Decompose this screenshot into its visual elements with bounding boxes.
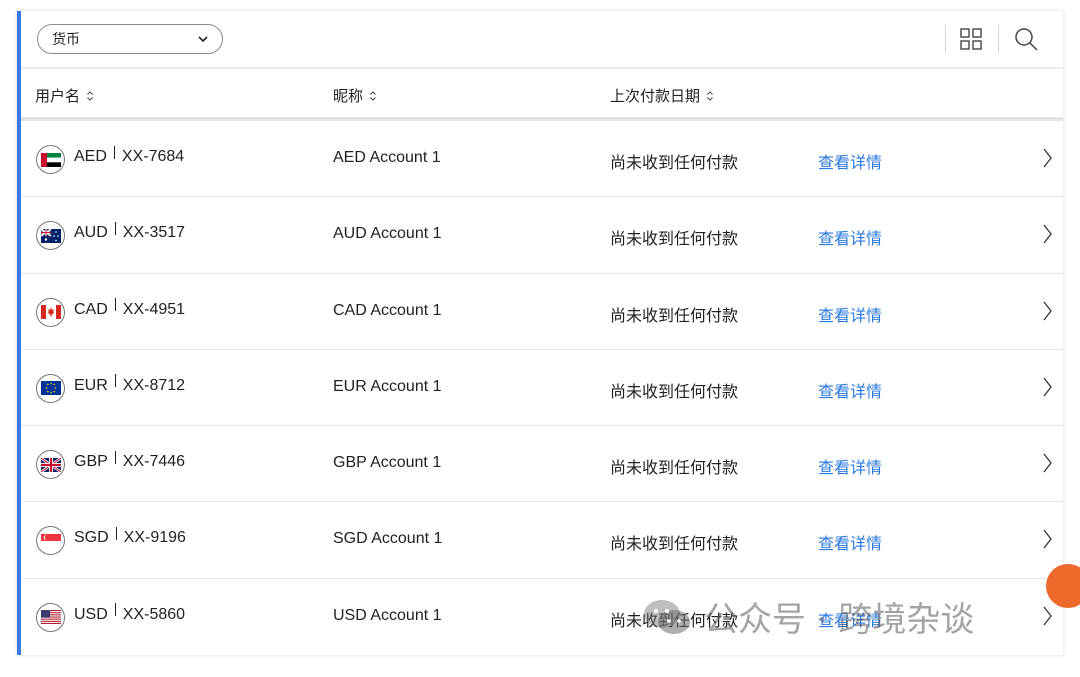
chevron-right-icon[interactable] [1041, 146, 1053, 170]
toolbar-divider [945, 25, 946, 53]
australia-flag-icon [36, 221, 65, 251]
masked-account-number: XX-9196 [123, 529, 186, 547]
sort-icon [370, 90, 376, 101]
view-details-link[interactable]: 查看详情 [818, 378, 882, 402]
view-details-link[interactable]: 查看详情 [818, 302, 882, 326]
currency-code: USD [74, 605, 108, 623]
accounts-table-body: AED XX-7684 AED Account 1 尚未收到任何付款 查看详情 [21, 121, 1063, 655]
last-payment-status: 尚未收到任何付款 [610, 307, 739, 325]
column-header-last-payment-date[interactable]: 上次付款日期 [610, 85, 714, 106]
currency-code: EUR [74, 376, 108, 394]
canada-flag-icon [36, 297, 65, 327]
accounts-card: 货币 用户名 昵称 上次付款日期 AED XX-7684 AED Account… [17, 11, 1063, 655]
table-row[interactable]: AED XX-7684 AED Account 1 尚未收到任何付款 查看详情 [21, 121, 1063, 198]
last-payment-status: 尚未收到任何付款 [610, 383, 739, 401]
last-payment-status: 尚未收到任何付款 [610, 612, 739, 630]
separator [114, 221, 116, 235]
column-header-nickname[interactable]: 昵称 [333, 85, 377, 106]
table-row[interactable]: CAD XX-4951 CAD Account 1 尚未收到任何付款 查看详情 [21, 274, 1063, 350]
chevron-right-icon[interactable] [1041, 375, 1053, 399]
table-row[interactable]: AUD XX-3517 AUD Account 1 尚未收到任何付款 查看详情 [21, 197, 1063, 274]
currency-filter-label: 货币 [52, 31, 80, 47]
view-details-link[interactable]: 查看详情 [818, 454, 882, 478]
table-row[interactable]: GBP XX-7446 GBP Account 1 尚未收到任何付款 查看详情 [21, 426, 1063, 503]
column-header-label: 用户名 [35, 88, 81, 105]
account-nickname: EUR Account 1 [333, 377, 442, 395]
currency-filter-select[interactable]: 货币 [37, 24, 223, 54]
last-payment-status: 尚未收到任何付款 [610, 460, 739, 478]
view-details-link[interactable]: 查看详情 [818, 225, 882, 249]
account-username: AED XX-7684 [74, 145, 185, 166]
account-username: CAD XX-4951 [74, 298, 186, 319]
separator [114, 298, 116, 312]
eu-flag-icon [36, 373, 65, 403]
chevron-right-icon[interactable] [1041, 299, 1053, 323]
uk-flag-icon [36, 450, 65, 480]
table-row[interactable]: SGD XX-9196 SGD Account 1 尚未收到任何付款 查看详情 [21, 502, 1063, 579]
singapore-flag-icon [36, 526, 65, 556]
currency-code: AUD [74, 224, 108, 242]
toolbar-divider [998, 25, 999, 53]
separator [115, 526, 117, 540]
last-payment-status: 尚未收到任何付款 [610, 536, 739, 554]
column-header-username[interactable]: 用户名 [35, 85, 94, 106]
chevron-down-icon [198, 36, 208, 43]
account-nickname: SGD Account 1 [333, 530, 443, 548]
currency-code: GBP [74, 453, 108, 471]
sort-icon [87, 90, 93, 101]
chevron-right-icon[interactable] [1041, 222, 1053, 246]
currency-code: AED [74, 148, 107, 165]
account-nickname: CAD Account 1 [333, 301, 442, 319]
separator [114, 374, 116, 388]
chevron-right-icon[interactable] [1041, 451, 1053, 475]
table-row[interactable]: EUR XX-8712 EUR Account 1 尚未收到任何付款 查看详情 [21, 350, 1063, 427]
account-username: EUR XX-8712 [74, 374, 186, 395]
usa-flag-icon [36, 602, 65, 632]
masked-account-number: XX-5860 [122, 605, 186, 623]
table-header: 用户名 昵称 上次付款日期 [21, 69, 1063, 117]
account-nickname: AUD Account 1 [333, 225, 442, 243]
currency-code: SGD [74, 529, 109, 547]
account-nickname: AED Account 1 [333, 149, 441, 166]
sort-icon [707, 90, 713, 101]
last-payment-status: 尚未收到任何付款 [610, 231, 739, 249]
grid-view-icon[interactable] [957, 25, 985, 53]
uae-flag-icon [36, 145, 65, 174]
separator [113, 145, 115, 159]
account-nickname: GBP Account 1 [333, 454, 442, 472]
account-nickname: USD Account 1 [333, 606, 442, 624]
masked-account-number: XX-4951 [122, 300, 186, 318]
view-details-link[interactable]: 查看详情 [818, 607, 882, 631]
view-details-link[interactable]: 查看详情 [818, 530, 882, 554]
table-row[interactable]: USD XX-5860 USD Account 1 尚未收到任何付款 查看详情 [21, 579, 1063, 655]
chevron-right-icon[interactable] [1041, 527, 1053, 551]
separator [114, 603, 116, 617]
account-username: SGD XX-9196 [74, 526, 186, 547]
search-icon[interactable] [1012, 25, 1040, 53]
masked-account-number: XX-7446 [122, 453, 186, 471]
account-username: GBP XX-7446 [74, 450, 186, 471]
column-header-label: 昵称 [333, 88, 364, 105]
last-payment-status: 尚未收到任何付款 [610, 155, 739, 172]
masked-account-number: XX-3517 [122, 224, 186, 242]
column-header-label: 上次付款日期 [610, 88, 701, 105]
account-username: USD XX-5860 [74, 603, 186, 624]
view-details-link[interactable]: 查看详情 [818, 149, 882, 173]
separator [114, 450, 116, 464]
chevron-right-icon[interactable] [1041, 604, 1053, 628]
account-username: AUD XX-3517 [74, 221, 186, 242]
currency-code: CAD [74, 300, 108, 318]
masked-account-number: XX-7684 [121, 148, 185, 165]
masked-account-number: XX-8712 [122, 376, 186, 394]
toolbar: 货币 [21, 11, 1063, 67]
